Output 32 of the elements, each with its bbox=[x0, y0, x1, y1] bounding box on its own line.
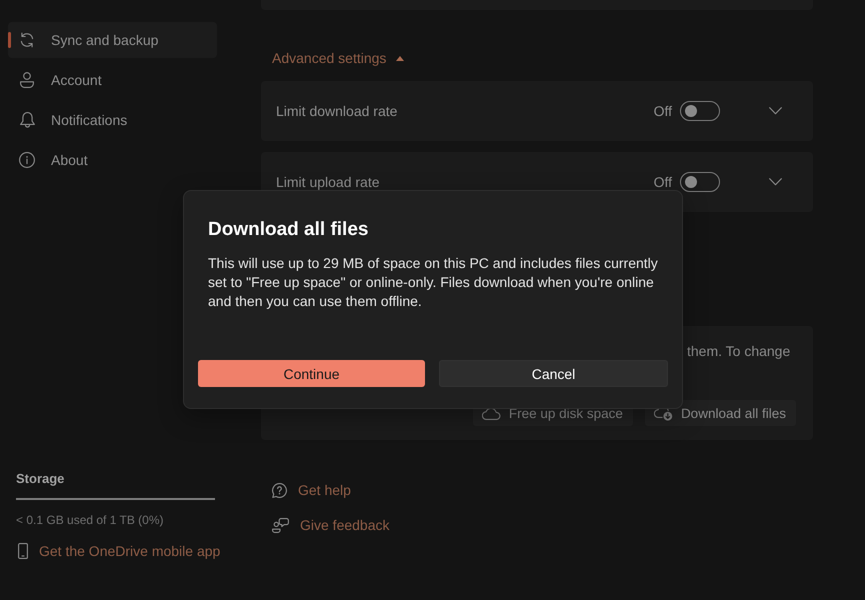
feedback-link[interactable]: Give feedback bbox=[272, 513, 390, 537]
mobile-app-link[interactable]: Get the OneDrive mobile app bbox=[16, 541, 220, 561]
sidebar-nav-item[interactable]: Notifications bbox=[8, 102, 217, 138]
advanced-settings-toggle[interactable]: Advanced settings bbox=[272, 48, 404, 68]
toggle-switch[interactable] bbox=[680, 101, 720, 121]
files-description-text: them. To change bbox=[687, 342, 790, 361]
dialog-message: This will use up to 29 MB of space on this PC and includes files currently set to "Free up space" or online-only. Files download when you're online and then you can use them offline. bbox=[208, 254, 659, 311]
sidebar-nav-item[interactable]: Sync and backup bbox=[8, 22, 217, 58]
bell-icon bbox=[20, 112, 34, 128]
cancel-button[interactable]: Cancel bbox=[439, 360, 668, 387]
help-link[interactable]: Get help bbox=[272, 478, 351, 502]
chevron-down-icon[interactable] bbox=[769, 178, 782, 186]
file-action-button[interactable]: Download all files bbox=[644, 400, 796, 426]
cloud-icon bbox=[482, 407, 501, 420]
setting-label: Limit download rate bbox=[276, 103, 398, 119]
person-speech-icon bbox=[272, 518, 289, 532]
toggle-state-label: Off bbox=[654, 103, 672, 119]
info-icon bbox=[19, 152, 35, 168]
chevron-down-icon[interactable] bbox=[769, 107, 782, 115]
storage-heading: Storage bbox=[16, 470, 64, 488]
sidebar-nav-item[interactable]: About bbox=[8, 142, 217, 178]
sync-icon bbox=[19, 32, 35, 48]
sidebar-nav-item[interactable]: Account bbox=[8, 62, 217, 98]
continue-button[interactable]: Continue bbox=[198, 360, 425, 387]
phone-icon bbox=[18, 543, 28, 559]
question-bubble-icon bbox=[272, 482, 287, 498]
dialog-title: Download all files bbox=[208, 218, 368, 242]
toggle-state-label: Off bbox=[654, 174, 672, 190]
toggle-switch[interactable] bbox=[680, 172, 720, 192]
setting-label: Limit upload rate bbox=[276, 174, 380, 190]
storage-usage-text: < 0.1 GB used of 1 TB (0%) bbox=[16, 513, 164, 528]
person-icon bbox=[20, 72, 34, 88]
